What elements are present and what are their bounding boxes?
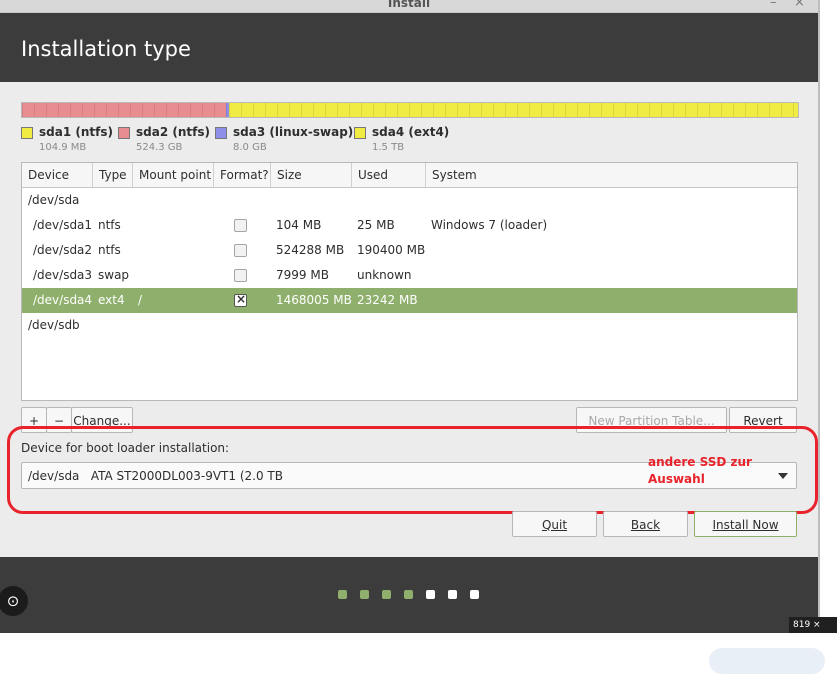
format-checkbox[interactable] [234, 219, 247, 232]
disk-bar-segment [229, 103, 798, 117]
format-checkbox[interactable] [234, 294, 247, 307]
legend-swatch [21, 127, 33, 139]
page-title: Installation type [21, 37, 191, 61]
progress-step-dot [338, 590, 347, 599]
legend-name: sda4 (ext4) [372, 125, 449, 139]
progress-step-dot [426, 590, 435, 599]
column-system[interactable]: System [426, 163, 797, 187]
cell-type: ntfs [98, 238, 121, 263]
cell-size: 104 MB [276, 213, 321, 238]
cell-used: 25 MB [357, 213, 395, 238]
installer-window: Install – × Installation type sda1 (ntfs… [0, 0, 818, 633]
cell-used: 23242 MB [357, 288, 418, 313]
legend-size: 104.9 MB [39, 142, 86, 153]
cell-used: unknown [357, 263, 412, 288]
quit-button[interactable]: Quit [512, 511, 597, 537]
legend-size: 8.0 GB [233, 142, 267, 153]
progress-step-dot [360, 590, 369, 599]
cell-size: 7999 MB [276, 263, 329, 288]
progress-step-dot [382, 590, 391, 599]
progress-footer [0, 557, 818, 633]
cell-type: ext4 [98, 288, 125, 313]
corner-pill [709, 648, 825, 674]
format-checkbox[interactable] [234, 244, 247, 257]
partition-table: Device Type Mount point Format? Size Use… [21, 162, 798, 401]
back-button[interactable]: Back [603, 511, 688, 537]
column-used[interactable]: Used [352, 163, 426, 187]
format-checkbox[interactable] [234, 269, 247, 282]
cell-device: /dev/sda4 [33, 288, 92, 313]
table-row-disk-sdb[interactable]: /dev/sdb [22, 313, 797, 338]
disk-name: /dev/sdb [28, 313, 80, 338]
cell-device: /dev/sda1 [33, 213, 92, 238]
column-format[interactable]: Format? [214, 163, 271, 187]
legend-name: sda2 (ntfs) [136, 125, 210, 139]
table-row-disk-sda[interactable]: /dev/sda [22, 188, 797, 213]
column-device[interactable]: Device [22, 163, 93, 187]
back-label: Back [631, 518, 660, 532]
table-row-selected[interactable]: /dev/sda4 ext4 / 1468005 MB 23242 MB [22, 288, 797, 313]
progress-step-dot [404, 590, 413, 599]
cell-used: 190400 MB [357, 238, 425, 263]
cell-size: 524288 MB [276, 238, 344, 263]
disk-usage-bar [21, 102, 799, 118]
table-row[interactable]: /dev/sda1 ntfs 104 MB 25 MB Windows 7 (l… [22, 213, 797, 238]
table-row[interactable]: /dev/sda2 ntfs 524288 MB 190400 MB [22, 238, 797, 263]
cell-mount: / [138, 288, 142, 313]
minimize-icon[interactable]: – [770, 0, 777, 10]
column-size[interactable]: Size [271, 163, 352, 187]
cell-device: /dev/sda2 [33, 238, 92, 263]
legend-swatch [215, 127, 227, 139]
cell-system: Windows 7 (loader) [431, 213, 547, 238]
window-edge [818, 0, 820, 633]
progress-step-dot [470, 590, 479, 599]
column-mount-point[interactable]: Mount point [133, 163, 214, 187]
disk-bar-segment [22, 103, 226, 117]
install-now-button[interactable]: Install Now [694, 511, 797, 537]
cell-type: swap [98, 263, 129, 288]
install-label: Install Now [712, 518, 778, 532]
legend-swatch [354, 127, 366, 139]
annotation-note: andere SSD zur Auswahl [648, 454, 758, 488]
table-row[interactable]: /dev/sda3 swap 7999 MB unknown [22, 263, 797, 288]
column-type[interactable]: Type [93, 163, 133, 187]
progress-step-dot [448, 590, 457, 599]
legend-size: 524.3 GB [136, 142, 182, 153]
legend-swatch [118, 127, 130, 139]
window-title: Install [0, 0, 818, 10]
table-header: Device Type Mount point Format? Size Use… [22, 163, 797, 188]
cell-size: 1468005 MB [276, 288, 352, 313]
image-size-badge: 819 × 645 [789, 617, 837, 633]
cell-type: ntfs [98, 213, 121, 238]
page-header: Installation type [0, 13, 818, 82]
title-bar: Install – × [0, 0, 818, 13]
legend-name: sda1 (ntfs) [39, 125, 113, 139]
quit-label: Quit [542, 518, 567, 532]
close-icon[interactable]: × [794, 0, 805, 10]
disk-name: /dev/sda [28, 188, 79, 213]
legend-name: sda3 (linux-swap) [233, 125, 353, 139]
cell-device: /dev/sda3 [33, 263, 92, 288]
legend-size: 1.5 TB [372, 142, 404, 153]
